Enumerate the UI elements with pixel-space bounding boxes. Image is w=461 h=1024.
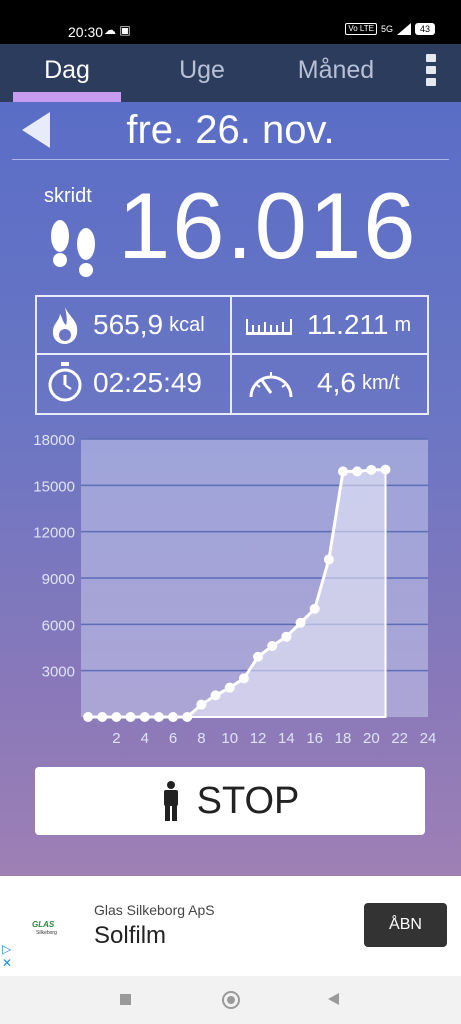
y-tick-label: 6000 [42,617,75,634]
ad-banner[interactable]: GLAS Silkeborg Glas Silkeborg ApS Solfil… [0,876,461,976]
recents-icon[interactable] [120,994,131,1005]
distance-value: 11.211 [307,309,389,340]
calories-value: 565,9 [93,309,164,340]
battery-icon: 43 [414,23,435,35]
data-point [168,712,179,722]
main-content: fre. 26. nov. skridt 16.016 565,9 kcal 1… [0,102,461,876]
x-tick-label: 12 [250,730,267,747]
date-text: fre. 26. nov. [126,108,335,152]
date-title: fre. 26. nov. [0,108,461,153]
y-tick-label: 15000 [33,478,75,495]
svg-text:GLAS: GLAS [32,920,55,929]
stats-divider-vertical [230,297,232,413]
x-tick-label: 10 [221,730,238,747]
distance-unit: m [394,313,412,336]
stop-label: STOP [196,779,300,822]
data-point [224,682,235,693]
steps-chart: 3000600090001200015000180002 4 6 8 10 12 14 16 1… [33,432,437,747]
speedometer-icon [249,372,293,398]
stats-grid: 565,9 kcal 11.211 m 02:25:49 4,6 km/t [35,295,429,415]
y-tick-label: 12000 [33,525,75,542]
advertiser-logo: GLAS Silkeborg [32,920,57,936]
data-point [182,712,193,722]
data-point [323,554,334,565]
data-point [281,631,292,642]
steps-label: skridt [44,185,92,207]
system-nav-bar [0,976,461,1024]
person-icon [163,781,178,821]
svg-text:Silkeborg: Silkeborg [36,930,57,936]
data-point [83,712,94,722]
volte-icon: Vo LTE [345,23,377,35]
calories-unit: kcal [169,313,205,336]
data-point [295,617,306,628]
stopwatch-icon [48,362,82,402]
ad-title: Solfilm [94,922,167,949]
x-tick-label: 20 [363,730,380,747]
ad-open-button[interactable]: ÅBN [364,903,447,947]
tab-month[interactable]: Måned [276,56,396,85]
y-tick-label: 3000 [42,664,75,681]
data-point [125,712,136,722]
data-point [210,690,221,701]
overflow-menu-icon[interactable] [426,54,438,94]
status-bar: 20:30 ☁ ▣ Vo LTE 5G 43 [0,0,461,44]
data-point [153,712,164,722]
data-point [238,673,249,684]
x-tick-label: 6 [169,730,177,747]
duration-stat: 02:25:49 [93,355,202,411]
adchoices-icon[interactable]: ▷ ✕ [2,942,12,970]
data-point [196,699,207,710]
steps-count: 16.016 [118,173,418,278]
speed-stat: 4,6 km/t [317,355,400,411]
y-tick-label: 9000 [42,571,75,588]
home-icon[interactable] [222,991,240,1009]
data-point [366,464,377,475]
data-point [352,466,363,477]
tab-indicator [13,92,121,102]
signal-icon [396,23,411,35]
data-point [267,640,278,651]
x-tick-label: 16 [306,730,323,747]
status-right: Vo LTE 5G 43 [345,23,435,35]
data-point [309,603,320,614]
notification-icons: ☁ ▣ [104,23,131,37]
y-tick-label: 18000 [33,432,75,449]
ruler-icon [246,319,292,335]
x-tick-label: 18 [335,730,352,747]
data-point [139,712,150,722]
x-tick-label: 8 [197,730,205,747]
status-time: 20:30 [68,24,104,40]
tab-day[interactable]: Dag [7,56,127,85]
ad-company: Glas Silkeborg ApS [94,902,215,918]
speed-unit: km/t [361,371,400,394]
data-point [338,466,349,477]
footprints-icon [51,220,95,277]
data-point [253,651,264,662]
x-tick-label: 22 [391,730,408,747]
x-tick-label: 24 [420,730,437,747]
data-point [111,712,122,722]
x-tick-label: 14 [278,730,295,747]
tab-week[interactable]: Uge [142,56,262,85]
tab-bar: Dag Uge Måned [0,44,461,102]
data-point [380,464,391,475]
divider [12,159,449,160]
x-tick-label: 4 [141,730,149,747]
stop-button[interactable]: STOP [35,767,425,835]
duration-value: 02:25:49 [93,367,202,398]
speed-value: 4,6 [317,367,356,398]
back-icon[interactable] [328,993,339,1005]
distance-stat: 11.211 m [307,297,411,353]
flame-icon [52,307,78,344]
signal-label: 5G [380,24,393,34]
calories-stat: 565,9 kcal [93,297,205,353]
data-point [97,712,108,722]
x-tick-label: 2 [112,730,120,747]
